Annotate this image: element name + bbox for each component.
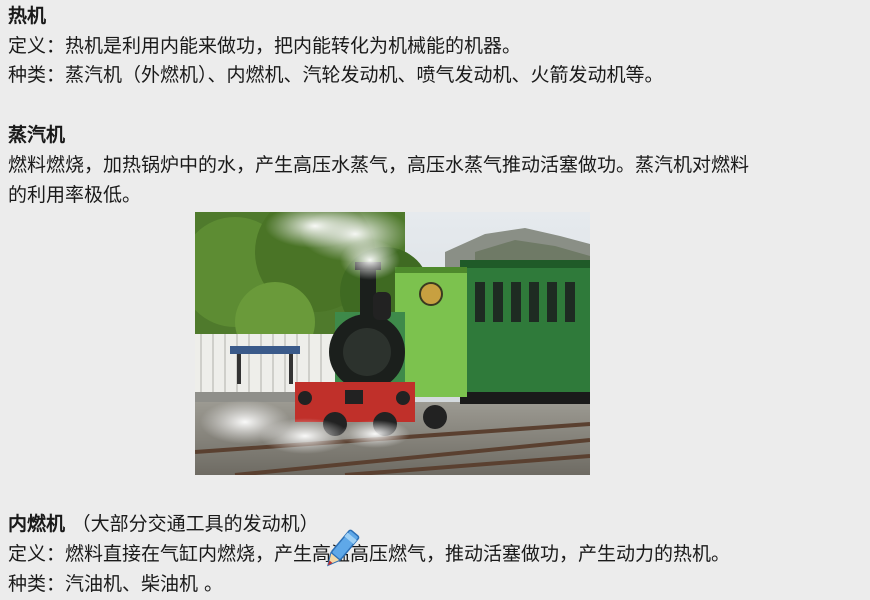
heat-engine-definition: 定义：热机是利用内能来做功，把内能转化为机械能的机器。 — [8, 35, 522, 57]
steam-engine-description-line1: 燃料燃烧，加热锅炉中的水，产生高压水蒸气，高压水蒸气推动活塞做功。蒸汽机对燃料 — [8, 154, 750, 176]
steam-locomotive-photo — [195, 212, 590, 475]
internal-combustion-heading: 内燃机 （大部分交通工具的发动机） — [8, 510, 319, 538]
pen-cursor-icon — [327, 529, 360, 567]
internal-combustion-note: （大部分交通工具的发动机） — [71, 513, 319, 535]
heat-engine-title: 热机 — [8, 5, 47, 27]
internal-combustion-definition: 定义：燃料直接在气缸内燃烧，产生高温高压燃气，推动活塞做功，产生动力的热机。 — [8, 543, 731, 565]
steam-engine-title: 蒸汽机 — [8, 124, 66, 146]
internal-combustion-types: 种类：汽油机、柴油机 。 — [8, 573, 224, 595]
steam-engine-description-line2: 的利用率极低。 — [8, 184, 142, 206]
heat-engine-types: 种类：蒸汽机（外燃机）、内燃机、汽轮发动机、喷气发动机、火箭发动机等。 — [8, 64, 664, 86]
internal-combustion-title: 内燃机 — [8, 513, 66, 535]
